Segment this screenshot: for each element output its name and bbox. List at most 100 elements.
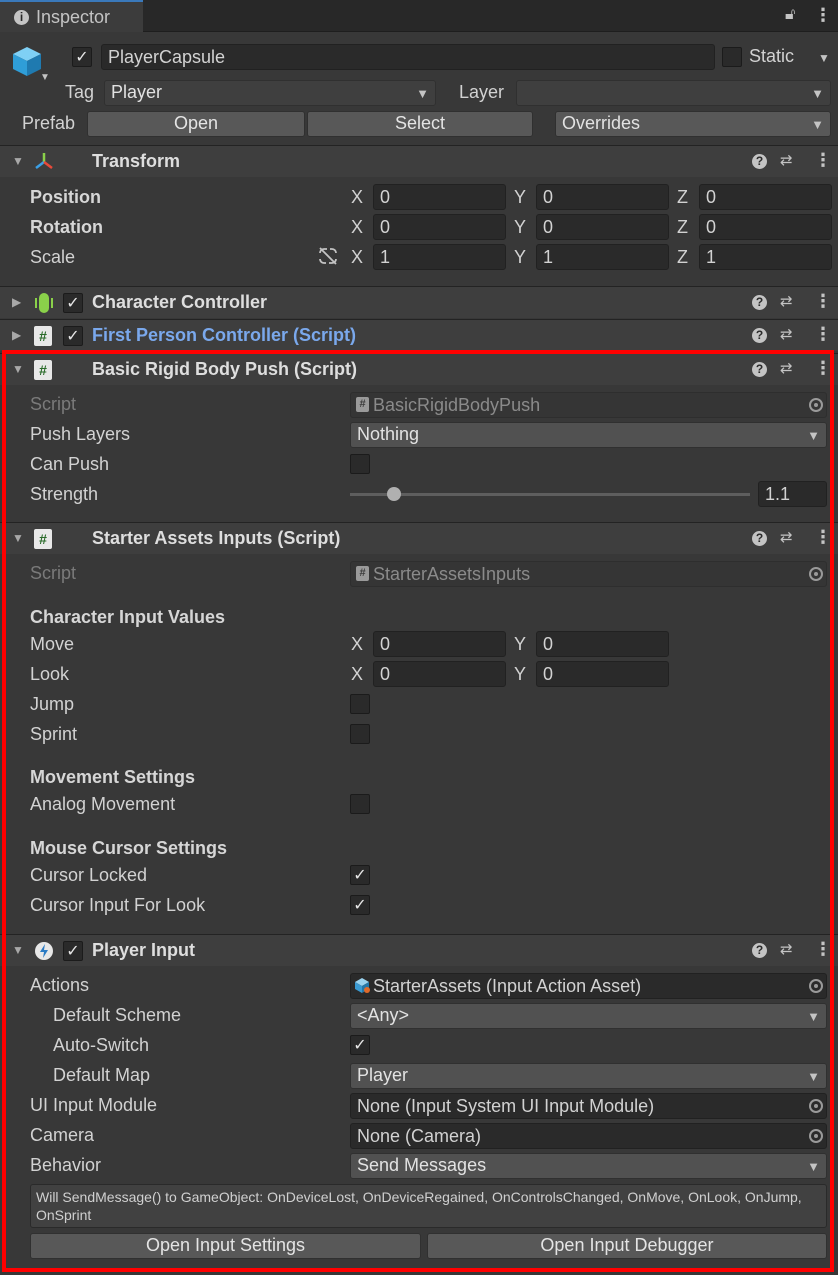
gameobject-cube-icon[interactable] [10,44,44,78]
static-checkbox[interactable] [722,47,742,67]
static-dropdown-arrow[interactable]: ▼ [818,51,830,65]
jump-checkbox[interactable] [350,694,370,714]
first-person-controller-header[interactable]: ▶ # ✓ First Person Controller (Script) ?… [0,319,838,351]
ui-input-module-field[interactable]: None (Input System UI Input Module) [350,1093,827,1119]
help-icon[interactable]: ? [752,295,767,310]
foldout-arrow-icon[interactable]: ▼ [12,943,24,957]
foldout-arrow-icon[interactable]: ▼ [12,531,24,545]
look-y-label[interactable]: Y [514,664,526,685]
scale-z-label[interactable]: Z [677,247,688,268]
help-icon[interactable]: ? [752,531,767,546]
help-icon[interactable]: ? [752,154,767,169]
rigid-body-push-header[interactable]: ▼ # Basic Rigid Body Push (Script) ? ⇄ ⋮ [0,353,838,385]
rotation-x-label[interactable]: X [351,217,363,238]
chevron-down-icon: ▼ [807,1069,820,1084]
strength-slider-track[interactable] [350,493,750,496]
script-asset-icon: # [356,397,369,412]
character-controller-enabled-checkbox[interactable]: ✓ [63,293,83,313]
position-z-label[interactable]: Z [677,187,688,208]
object-picker-icon[interactable] [809,1099,823,1113]
scale-x-label[interactable]: X [351,247,363,268]
script-field: BasicRigidBodyPush [350,392,827,418]
position-x-field[interactable]: 0 [373,184,506,210]
camera-field[interactable]: None (Camera) [350,1123,827,1149]
move-label: Move [30,634,75,654]
presets-icon[interactable]: ⇄ [780,292,793,310]
can-push-checkbox[interactable] [350,454,370,474]
help-icon[interactable]: ? [752,362,767,377]
starter-inputs-header[interactable]: ▼ # Starter Assets Inputs (Script) ? ⇄ ⋮ [0,522,838,554]
position-y-field[interactable]: 0 [536,184,669,210]
component-menu-icon[interactable]: ⋮ [814,527,832,548]
help-icon[interactable]: ? [752,943,767,958]
tab-inspector[interactable]: i Inspector [0,0,143,32]
gameobject-name-field[interactable]: PlayerCapsule [101,44,715,70]
component-menu-icon[interactable]: ⋮ [814,939,832,960]
rotation-y-label[interactable]: Y [514,217,526,238]
behavior-dropdown[interactable]: Send Messages ▼ [350,1153,827,1179]
tag-dropdown[interactable]: Player ▼ [104,80,436,106]
component-menu-icon[interactable]: ⋮ [814,358,832,379]
sprint-checkbox[interactable] [350,724,370,744]
actions-field[interactable]: StarterAssets (Input Action Asset) [350,973,827,999]
presets-icon[interactable]: ⇄ [780,151,793,169]
move-x-field[interactable]: 0 [373,631,506,657]
component-menu-icon[interactable]: ⋮ [814,150,832,171]
foldout-arrow-icon[interactable]: ▶ [12,295,21,309]
scale-y-label[interactable]: Y [514,247,526,268]
foldout-arrow-icon[interactable]: ▶ [12,328,21,342]
presets-icon[interactable]: ⇄ [780,940,793,958]
open-input-settings-button[interactable]: Open Input Settings [30,1233,421,1259]
analog-movement-checkbox[interactable] [350,794,370,814]
move-y-label[interactable]: Y [514,634,526,655]
prefab-overrides-dropdown[interactable]: Overrides ▼ [555,111,831,137]
cursor-input-for-look-checkbox[interactable]: ✓ [350,895,370,915]
look-y-field[interactable]: 0 [536,661,669,687]
move-y-field[interactable]: 0 [536,631,669,657]
help-icon[interactable]: ? [752,328,767,343]
constrain-proportions-icon[interactable] [317,246,339,271]
layer-dropdown[interactable]: ▼ [516,80,831,106]
scale-x-field[interactable]: 1 [373,244,506,270]
icon-dropdown-arrow[interactable]: ▼ [40,72,50,83]
default-scheme-dropdown[interactable]: <Any> ▼ [350,1003,827,1029]
position-y-label[interactable]: Y [514,187,526,208]
rotation-z-field[interactable]: 0 [699,214,832,240]
character-controller-header[interactable]: ▶ ✓ Character Controller ? ⇄ ⋮ [0,286,838,318]
object-picker-icon[interactable] [809,1129,823,1143]
first-person-enabled-checkbox[interactable]: ✓ [63,326,83,346]
foldout-arrow-icon[interactable]: ▼ [12,362,24,376]
presets-icon[interactable]: ⇄ [780,325,793,343]
push-layers-dropdown[interactable]: Nothing ▼ [350,422,827,448]
strength-field[interactable]: 1.1 [758,481,827,507]
scale-y-field[interactable]: 1 [536,244,669,270]
object-picker-icon[interactable] [809,979,823,993]
rotation-x-field[interactable]: 0 [373,214,506,240]
component-menu-icon[interactable]: ⋮ [814,324,832,345]
presets-icon[interactable]: ⇄ [780,528,793,546]
player-input-header[interactable]: ▼ ✓ Player Input ? ⇄ ⋮ [0,934,838,966]
player-input-enabled-checkbox[interactable]: ✓ [63,941,83,961]
window-menu-icon[interactable]: ⋮ [814,5,832,26]
default-map-dropdown[interactable]: Player ▼ [350,1063,827,1089]
look-x-field[interactable]: 0 [373,661,506,687]
position-x-label[interactable]: X [351,187,363,208]
rotation-z-label[interactable]: Z [677,217,688,238]
foldout-arrow-icon[interactable]: ▼ [12,154,24,168]
scale-z-field[interactable]: 1 [699,244,832,270]
active-checkbox[interactable]: ✓ [72,47,92,67]
look-x-label[interactable]: X [351,664,363,685]
cursor-locked-checkbox[interactable]: ✓ [350,865,370,885]
open-input-debugger-button[interactable]: Open Input Debugger [427,1233,827,1259]
transform-header[interactable]: ▼ Transform ? ⇄ ⋮ [0,145,838,177]
strength-slider-handle[interactable] [387,487,401,501]
presets-icon[interactable]: ⇄ [780,359,793,377]
move-x-label[interactable]: X [351,634,363,655]
position-z-field[interactable]: 0 [699,184,832,210]
prefab-open-button[interactable]: Open [87,111,305,137]
auto-switch-checkbox[interactable]: ✓ [350,1035,370,1055]
prefab-select-button[interactable]: Select [307,111,533,137]
component-menu-icon[interactable]: ⋮ [814,291,832,312]
rotation-y-field[interactable]: 0 [536,214,669,240]
lock-icon[interactable]: 🔓︎ [785,6,795,24]
